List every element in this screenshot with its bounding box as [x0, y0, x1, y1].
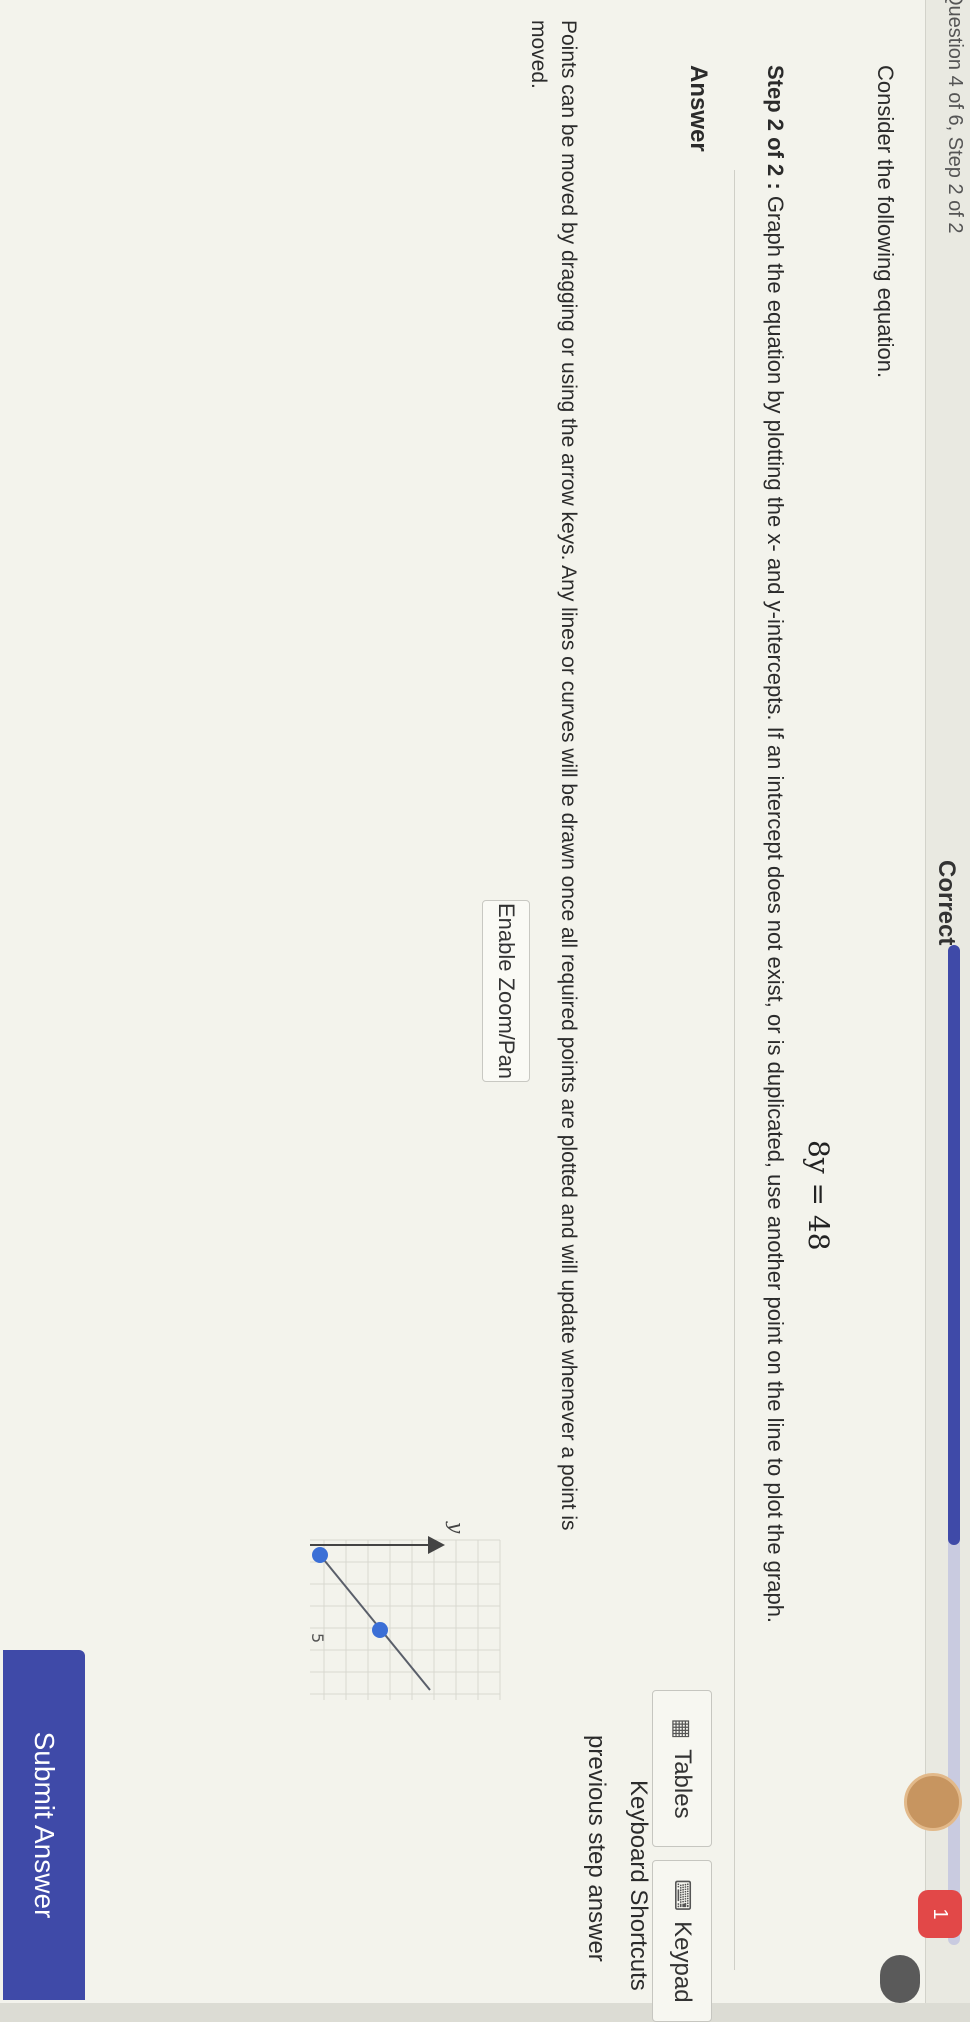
- step-text: Graph the equation by plotting the x- an…: [763, 195, 788, 1624]
- status-correct: Correct: [933, 860, 960, 946]
- plotted-point[interactable]: [312, 1547, 328, 1563]
- progress-fill: [948, 945, 960, 1545]
- intro-text: Consider the following equation.: [873, 65, 898, 379]
- graphed-line: [319, 1554, 431, 1691]
- graph-canvas[interactable]: y 5: [280, 1000, 540, 2000]
- avatar[interactable]: [904, 1773, 962, 1831]
- y-axis-arrow: [428, 1536, 445, 1554]
- step-label: Step 2 of 2 :: [763, 65, 788, 190]
- keyboard-icon: ⌨: [670, 1879, 695, 1912]
- submit-answer-button[interactable]: Submit Answer: [3, 1650, 85, 2000]
- keyboard-shortcuts-link[interactable]: Keyboard Shortcuts: [624, 1780, 652, 1991]
- tick-label: 5: [308, 1633, 327, 1643]
- keypad-button[interactable]: ⌨ Keypad: [652, 1860, 712, 2022]
- previous-step-answer-link[interactable]: previous step answer: [582, 1735, 610, 1962]
- plotted-point[interactable]: [372, 1622, 388, 1638]
- step-instruction: Step 2 of 2 : Graph the equation by plot…: [762, 65, 788, 1623]
- tables-label: Tables: [669, 1749, 696, 1819]
- instructions-line-1: Points can be moved by dragging or using…: [557, 20, 580, 1531]
- keypad-label: Keypad: [669, 1921, 696, 2003]
- screen: Question 4 of 6, Step 2 of 2 Correct 1 C…: [0, 0, 970, 2022]
- equation: 8y = 48: [802, 1140, 835, 1251]
- tables-button[interactable]: ▦ Tables: [652, 1690, 712, 1847]
- grid-icon: ▦: [670, 1718, 695, 1740]
- scroll-handle[interactable]: [880, 1955, 920, 2003]
- question-header: Question 4 of 6, Step 2 of 2 Correct: [925, 0, 970, 2003]
- question-step-label: Question 4 of 6, Step 2 of 2: [944, 0, 966, 234]
- divider: [734, 170, 735, 1970]
- flag-badge[interactable]: 1: [918, 1890, 962, 1938]
- y-axis-label: y: [445, 1521, 469, 1534]
- grid: [310, 1539, 501, 1700]
- answer-heading: Answer: [685, 65, 712, 152]
- instructions-line-2: moved.: [527, 20, 550, 89]
